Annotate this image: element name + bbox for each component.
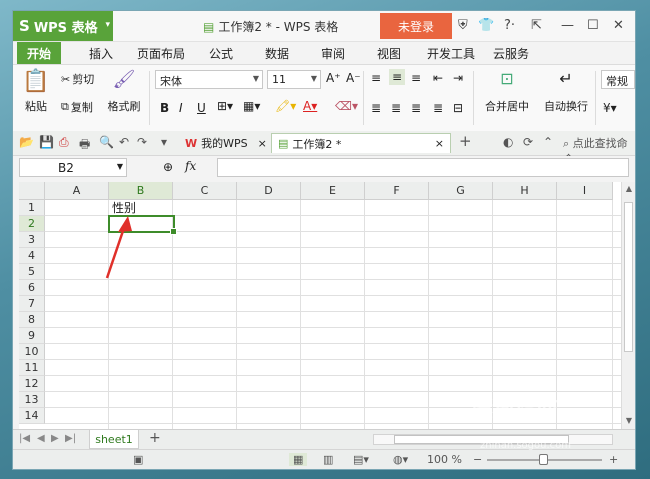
watermark-url: zhinan.sogou.com bbox=[480, 440, 572, 451]
watermark-logo: 搜狗指南 bbox=[470, 398, 559, 423]
arrow-head bbox=[118, 216, 132, 232]
arrow-shaft bbox=[105, 224, 127, 279]
